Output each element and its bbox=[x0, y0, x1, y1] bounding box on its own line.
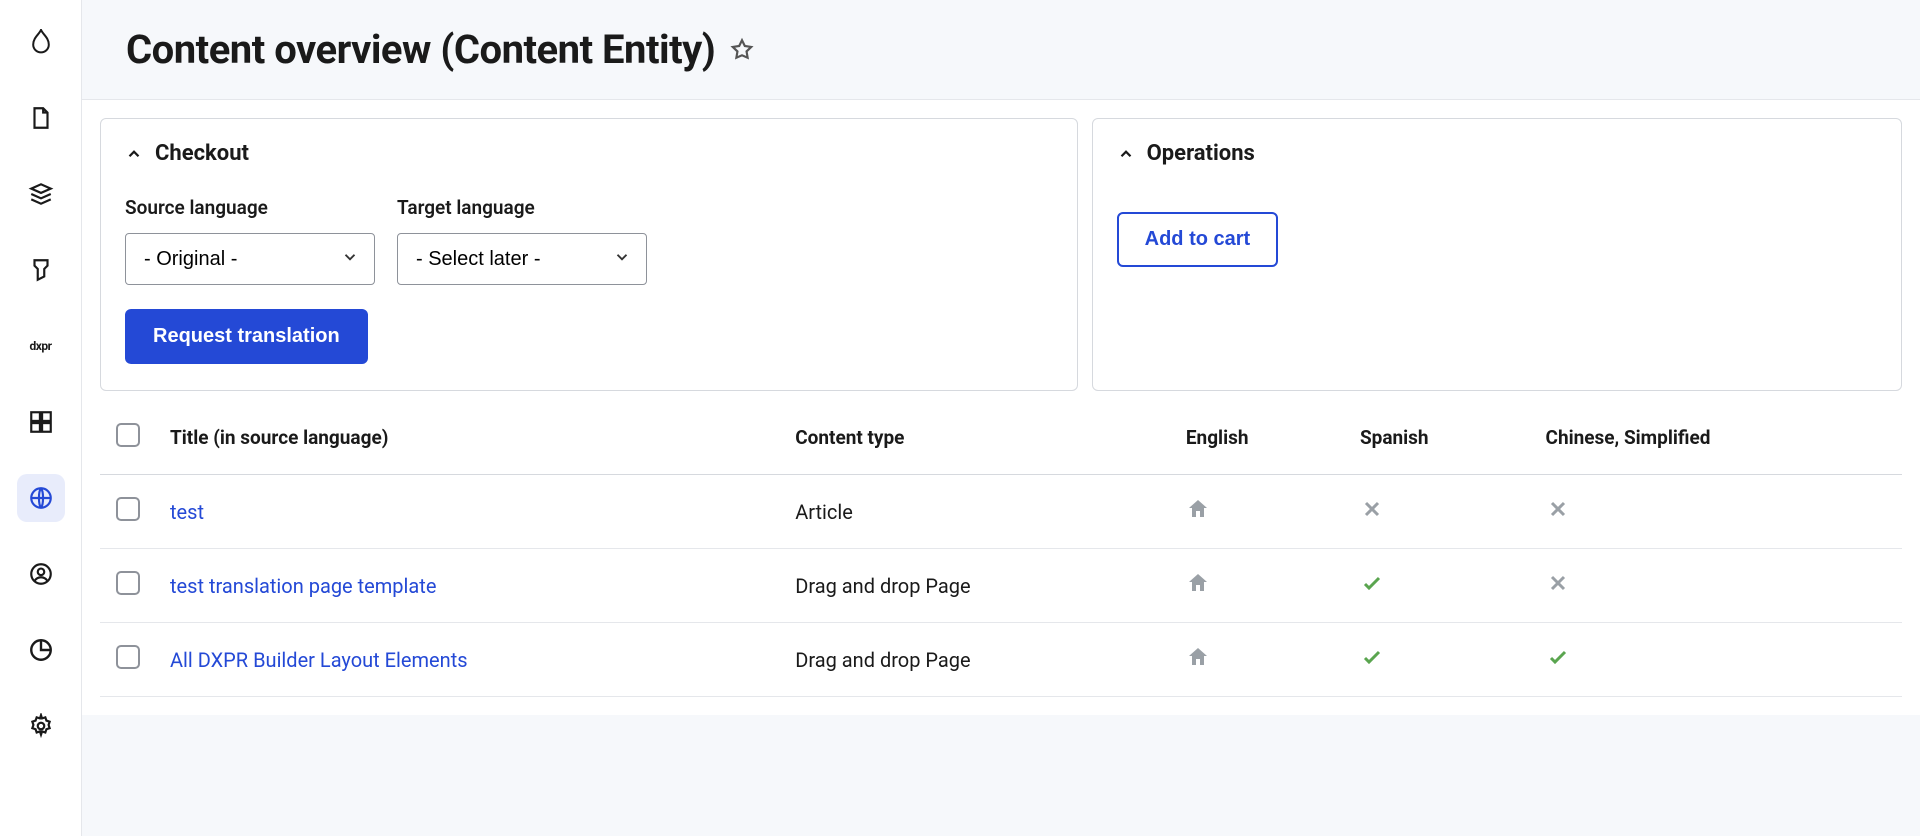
operations-panel-toggle[interactable]: Operations bbox=[1117, 141, 1877, 166]
target-language-label: Target language bbox=[397, 196, 647, 219]
home-icon bbox=[1186, 645, 1210, 669]
home-icon bbox=[1186, 571, 1210, 595]
row-lang-spanish[interactable] bbox=[1346, 475, 1532, 549]
check-icon bbox=[1360, 645, 1384, 669]
nav-translate[interactable] bbox=[17, 474, 65, 522]
content-table-body: testArticletest translation page templat… bbox=[100, 475, 1902, 697]
row-title-link[interactable]: All DXPR Builder Layout Elements bbox=[170, 648, 468, 672]
chevron-up-icon bbox=[1117, 145, 1135, 163]
row-lang-english[interactable] bbox=[1172, 475, 1346, 549]
select-all-checkbox[interactable] bbox=[116, 423, 140, 447]
nav-appearance[interactable] bbox=[17, 246, 65, 294]
col-lang-chinese: Chinese, Simplified bbox=[1532, 401, 1902, 475]
row-lang-chinese[interactable] bbox=[1532, 549, 1902, 623]
row-checkbox[interactable] bbox=[116, 497, 140, 521]
operations-title: Operations bbox=[1147, 141, 1255, 166]
nav-reports[interactable] bbox=[17, 626, 65, 674]
row-lang-spanish[interactable] bbox=[1346, 623, 1532, 697]
nav-content[interactable] bbox=[17, 94, 65, 142]
row-lang-english[interactable] bbox=[1172, 623, 1346, 697]
table-row: All DXPR Builder Layout Elements Drag and… bbox=[100, 623, 1902, 697]
col-content-type: Content type bbox=[781, 401, 1172, 475]
content-region: Checkout Source language - Original - bbox=[82, 100, 1920, 715]
cross-icon bbox=[1546, 571, 1570, 595]
home-icon bbox=[1186, 497, 1210, 521]
operations-panel: Operations Add to cart bbox=[1092, 118, 1902, 391]
check-icon bbox=[1546, 645, 1570, 669]
page-title: Content overview (Content Entity) bbox=[126, 26, 715, 73]
table-row: test translation page template Drag and d… bbox=[100, 549, 1902, 623]
source-language-select[interactable]: - Original - bbox=[125, 233, 375, 285]
request-translation-button[interactable]: Request translation bbox=[125, 309, 368, 364]
row-content-type: Drag and drop Page bbox=[781, 623, 1172, 697]
row-lang-chinese[interactable] bbox=[1532, 475, 1902, 549]
left-sidebar: dxpr bbox=[0, 0, 82, 836]
nav-extend[interactable] bbox=[17, 398, 65, 446]
checkout-panel: Checkout Source language - Original - bbox=[100, 118, 1078, 391]
col-lang-english: English bbox=[1172, 401, 1346, 475]
checkout-title: Checkout bbox=[155, 141, 249, 166]
nav-config[interactable] bbox=[17, 702, 65, 750]
nav-people[interactable] bbox=[17, 550, 65, 598]
row-title-link[interactable]: test bbox=[170, 500, 204, 524]
row-content-type: Drag and drop Page bbox=[781, 549, 1172, 623]
checkout-panel-toggle[interactable]: Checkout bbox=[125, 141, 1053, 166]
favorite-star-icon[interactable] bbox=[729, 37, 755, 63]
row-content-type: Article bbox=[781, 475, 1172, 549]
target-language-field: Target language - Select later - bbox=[397, 196, 647, 285]
main-area: Content overview (Content Entity) Checko… bbox=[82, 0, 1920, 836]
row-checkbox[interactable] bbox=[116, 645, 140, 669]
table-row: test Article bbox=[100, 475, 1902, 549]
col-title: Title (in source language) bbox=[156, 401, 781, 475]
check-icon bbox=[1360, 571, 1384, 595]
add-to-cart-button[interactable]: Add to cart bbox=[1117, 212, 1279, 267]
nav-structure[interactable] bbox=[17, 170, 65, 218]
app-logo[interactable] bbox=[17, 18, 65, 66]
chevron-up-icon bbox=[125, 145, 143, 163]
nav-dxpr[interactable]: dxpr bbox=[17, 322, 65, 370]
source-language-label: Source language bbox=[125, 196, 375, 219]
source-language-field: Source language - Original - bbox=[125, 196, 375, 285]
target-language-select[interactable]: - Select later - bbox=[397, 233, 647, 285]
cross-icon bbox=[1360, 497, 1384, 521]
col-lang-spanish: Spanish bbox=[1346, 401, 1532, 475]
row-lang-english[interactable] bbox=[1172, 549, 1346, 623]
content-table: Title (in source language) Content type … bbox=[100, 401, 1902, 697]
cross-icon bbox=[1546, 497, 1570, 521]
page-header: Content overview (Content Entity) bbox=[82, 0, 1920, 100]
row-lang-spanish[interactable] bbox=[1346, 549, 1532, 623]
row-title-link[interactable]: test translation page template bbox=[170, 574, 436, 598]
row-checkbox[interactable] bbox=[116, 571, 140, 595]
row-lang-chinese[interactable] bbox=[1532, 623, 1902, 697]
